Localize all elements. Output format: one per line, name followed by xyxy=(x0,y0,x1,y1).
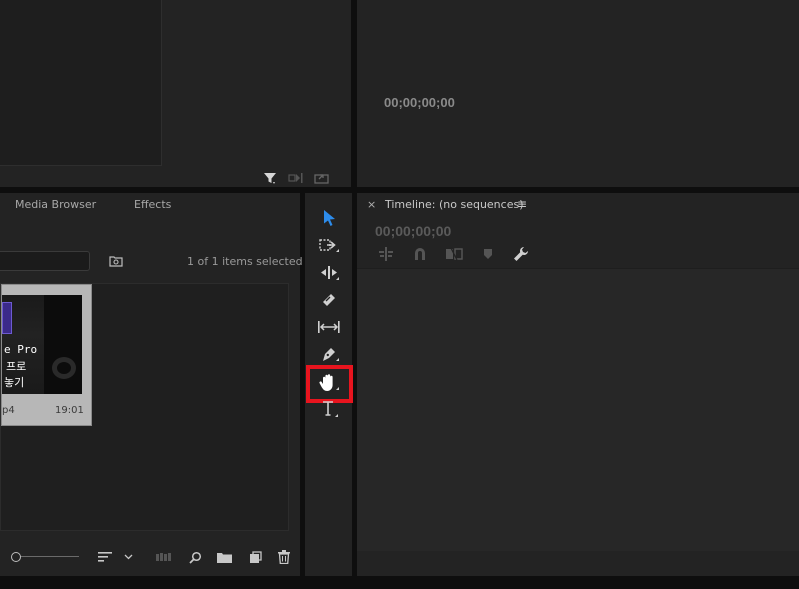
timeline-timecode[interactable]: 00;00;00;00 xyxy=(375,223,451,239)
pen-tool[interactable] xyxy=(317,343,341,365)
zoom-slider[interactable] xyxy=(10,551,80,563)
timeline-menu-icon[interactable]: ≡ xyxy=(517,197,527,211)
new-item-icon[interactable] xyxy=(247,549,263,565)
timeline-track-area xyxy=(357,268,799,551)
timeline-close-icon[interactable]: × xyxy=(367,198,376,211)
thumbnail-glyph xyxy=(52,357,76,379)
thumbnail-dark-art xyxy=(44,295,82,394)
thumbnail-logo xyxy=(2,302,12,334)
slip-tool[interactable] xyxy=(316,316,342,338)
clip-overlay-line-2: 프로 xyxy=(6,360,27,373)
nest-sequence-icon[interactable] xyxy=(377,246,395,262)
razor-tool[interactable] xyxy=(317,289,341,311)
program-monitor-panel: 00;00;00;00 xyxy=(357,0,799,187)
hand-tool[interactable] xyxy=(317,371,341,395)
type-tool[interactable] xyxy=(317,398,341,420)
source-monitor-panel xyxy=(0,0,351,187)
insert-icon[interactable] xyxy=(288,170,304,186)
clip-overlay-line-3: 놓기 xyxy=(4,376,25,389)
selection-status: 1 of 1 items selected xyxy=(187,255,303,268)
find-icon[interactable] xyxy=(187,549,203,565)
sort-icon[interactable] xyxy=(97,550,113,564)
automate-icon[interactable] xyxy=(155,550,173,564)
clip-filename: p4 xyxy=(2,405,15,416)
new-bin-icon[interactable] xyxy=(216,549,233,565)
program-timecode[interactable]: 00;00;00;00 xyxy=(384,95,455,110)
search-input[interactable] xyxy=(0,251,90,271)
tab-media-browser[interactable]: Media Browser xyxy=(15,198,96,211)
snap-icon[interactable] xyxy=(411,246,429,262)
project-items-area: e Pro 프로 놓기 p4 19:01 xyxy=(0,283,289,531)
clip-duration: 19:01 xyxy=(55,405,84,416)
timeline-panel: × Timeline: (no sequences) ≡ 00;00;00;00 xyxy=(357,193,799,576)
linked-selection-icon[interactable] xyxy=(444,246,464,262)
track-select-tool[interactable] xyxy=(317,235,341,257)
clip-overlay-line-1: e Pro xyxy=(4,343,38,356)
zoom-slider-track xyxy=(16,556,79,557)
source-monitor-viewer xyxy=(0,0,162,166)
ripple-edit-tool[interactable] xyxy=(317,262,341,284)
chevron-down-icon[interactable] xyxy=(122,551,134,563)
clip-thumbnail-card[interactable]: e Pro 프로 놓기 p4 19:01 xyxy=(1,284,92,426)
tools-panel xyxy=(305,193,353,576)
project-panel: Media Browser Effects 1 of 1 items selec… xyxy=(0,193,303,576)
tab-effects[interactable]: Effects xyxy=(134,198,171,211)
add-marker-icon[interactable] xyxy=(480,246,496,262)
zoom-slider-handle[interactable] xyxy=(11,552,21,562)
filter-icon[interactable] xyxy=(262,170,278,186)
selection-tool[interactable] xyxy=(318,207,340,229)
wrench-icon[interactable] xyxy=(512,245,530,263)
new-search-bin-icon[interactable] xyxy=(108,254,124,268)
clip-thumbnail: e Pro 프로 놓기 xyxy=(2,295,82,394)
trash-icon[interactable] xyxy=(276,549,292,565)
timeline-title[interactable]: Timeline: (no sequences) xyxy=(385,198,524,211)
export-frame-icon[interactable] xyxy=(314,170,330,186)
